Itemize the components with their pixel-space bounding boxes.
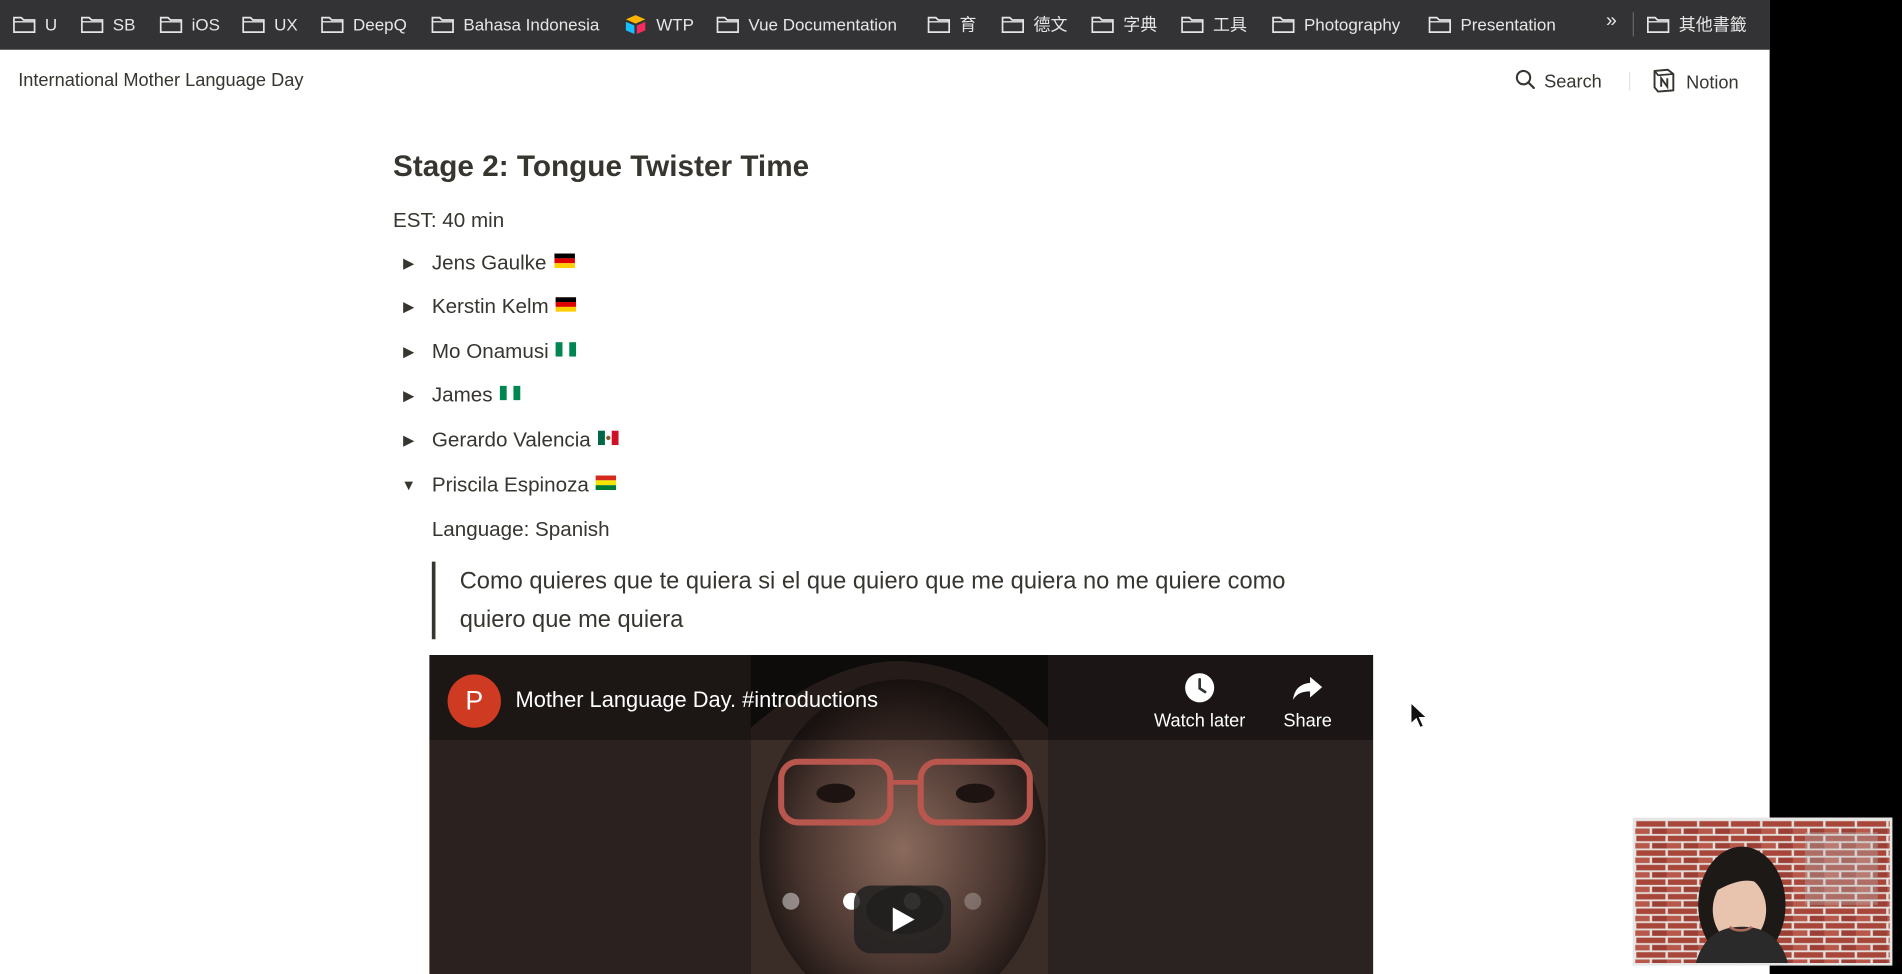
folder-icon bbox=[1090, 15, 1123, 34]
search-button[interactable]: Search bbox=[1515, 69, 1602, 94]
search-icon bbox=[1515, 69, 1544, 94]
browser-window: U SB iOS UX DeepQ Bahasa Indonesia WTP V… bbox=[0, 0, 1770, 974]
notion-logo-icon bbox=[1651, 68, 1686, 98]
toggle-label: Jens Gaulke bbox=[431, 251, 547, 275]
germany-flag-icon bbox=[549, 295, 577, 319]
clock-icon bbox=[1145, 672, 1254, 704]
bookmark-ios[interactable]: iOS bbox=[159, 13, 220, 35]
estimate-text: EST: 40 min bbox=[393, 208, 505, 232]
toggle-mo-onamusi[interactable]: ▶ Mo Onamusi bbox=[400, 337, 577, 366]
folder-icon bbox=[431, 15, 464, 34]
toggle-label: Kerstin Kelm bbox=[431, 294, 549, 318]
bookmarks-bar: U SB iOS UX DeepQ Bahasa Indonesia WTP V… bbox=[0, 0, 1770, 50]
channel-avatar[interactable]: P bbox=[447, 674, 501, 728]
folder-icon bbox=[1271, 15, 1304, 34]
airtable-icon bbox=[623, 13, 656, 35]
page-breadcrumb-title[interactable]: International Mother Language Day bbox=[18, 70, 303, 91]
folder-icon bbox=[1180, 15, 1213, 34]
bookmark-zidian[interactable]: 字典 bbox=[1090, 13, 1157, 35]
bookmark-u[interactable]: U bbox=[12, 13, 57, 35]
page-heading: Stage 2: Tongue Twister Time bbox=[393, 150, 810, 184]
folder-icon bbox=[159, 15, 192, 34]
notion-topbar: International Mother Language Day Search… bbox=[0, 50, 1770, 114]
toggle-arrow-down-icon[interactable]: ▼ bbox=[400, 477, 417, 494]
share-button[interactable]: Share bbox=[1271, 672, 1344, 731]
watch-later-label: Watch later bbox=[1153, 710, 1246, 732]
toggle-arrow-right-icon[interactable]: ▶ bbox=[400, 387, 417, 404]
toggle-label: Priscila Espinoza bbox=[431, 473, 589, 497]
webcam-image bbox=[1635, 819, 1890, 964]
share-label: Share bbox=[1283, 710, 1332, 732]
bookmark-dewen[interactable]: 德文 bbox=[1001, 13, 1067, 35]
folder-icon bbox=[320, 15, 353, 34]
play-button[interactable] bbox=[853, 885, 951, 954]
toggle-arrow-right-icon[interactable]: ▶ bbox=[400, 255, 417, 272]
mouse-cursor-icon bbox=[1409, 700, 1429, 736]
toggle-priscila-espinoza[interactable]: ▼ Priscila Espinoza bbox=[400, 471, 617, 500]
mexico-flag-icon bbox=[591, 428, 619, 452]
toggle-arrow-right-icon[interactable]: ▶ bbox=[400, 343, 417, 360]
toggle-gerardo-valencia[interactable]: ▶ Gerardo Valencia bbox=[400, 426, 619, 455]
language-text: Language: Spanish bbox=[431, 517, 610, 541]
bookmark-photography[interactable]: Photography bbox=[1271, 13, 1400, 35]
nigeria-flag-icon bbox=[549, 340, 577, 364]
youtube-embed[interactable]: P Mother Language Day. #introductions Wa… bbox=[429, 655, 1374, 974]
carousel-dot bbox=[782, 892, 800, 910]
bookmark-wtp[interactable]: WTP bbox=[623, 13, 694, 35]
bookmark-gongju[interactable]: 工具 bbox=[1180, 13, 1247, 35]
folder-icon bbox=[80, 15, 113, 34]
bookmark-other[interactable]: 其他書籤 bbox=[1646, 13, 1747, 35]
toggle-jens-gaulke[interactable]: ▶ Jens Gaulke bbox=[400, 249, 575, 278]
video-title[interactable]: Mother Language Day. #introductions bbox=[516, 688, 879, 713]
toggle-kerstin-kelm[interactable]: ▶ Kerstin Kelm bbox=[400, 292, 577, 321]
toggle-label: James bbox=[431, 383, 493, 407]
folder-icon bbox=[241, 15, 274, 34]
folder-icon bbox=[1646, 15, 1679, 34]
bookmark-deepq[interactable]: DeepQ bbox=[320, 13, 407, 35]
germany-flag-icon bbox=[546, 251, 575, 275]
search-label: Search bbox=[1544, 71, 1602, 93]
notion-label: Notion bbox=[1686, 72, 1739, 94]
bookmark-sb[interactable]: SB bbox=[80, 13, 135, 35]
folder-icon bbox=[1001, 15, 1034, 34]
notion-button[interactable]: Notion bbox=[1651, 68, 1739, 98]
topbar-divider bbox=[1629, 71, 1631, 91]
toggle-arrow-right-icon[interactable]: ▶ bbox=[400, 298, 417, 315]
bookmark-presentation[interactable]: Presentation bbox=[1428, 13, 1556, 35]
folder-icon bbox=[716, 15, 749, 34]
toggle-arrow-right-icon[interactable]: ▶ bbox=[400, 432, 417, 449]
nigeria-flag-icon bbox=[493, 383, 521, 407]
bookmark-yu[interactable]: 育 bbox=[927, 13, 976, 35]
bookmarks-overflow-button[interactable]: » bbox=[1606, 11, 1617, 33]
share-arrow-icon bbox=[1271, 672, 1344, 704]
toggle-label: Mo Onamusi bbox=[431, 339, 549, 363]
bookmark-bahasa-indonesia[interactable]: Bahasa Indonesia bbox=[431, 13, 599, 35]
folder-icon bbox=[1428, 15, 1461, 34]
toggle-james[interactable]: ▶ James bbox=[400, 381, 521, 410]
folder-icon bbox=[12, 15, 45, 34]
tongue-twister-quote: Como quieres que te quiera si el que qui… bbox=[431, 561, 1358, 640]
folder-icon bbox=[927, 15, 960, 34]
bolivia-flag-icon bbox=[589, 473, 617, 497]
bookmark-ux[interactable]: UX bbox=[241, 13, 298, 35]
bookmark-vue-documentation[interactable]: Vue Documentation bbox=[716, 13, 897, 35]
toggle-label: Gerardo Valencia bbox=[431, 428, 591, 452]
bookmarks-divider bbox=[1632, 12, 1634, 37]
carousel-dot bbox=[964, 892, 982, 910]
watch-later-button[interactable]: Watch later bbox=[1145, 672, 1254, 731]
webcam-thumbnail[interactable] bbox=[1632, 817, 1893, 966]
